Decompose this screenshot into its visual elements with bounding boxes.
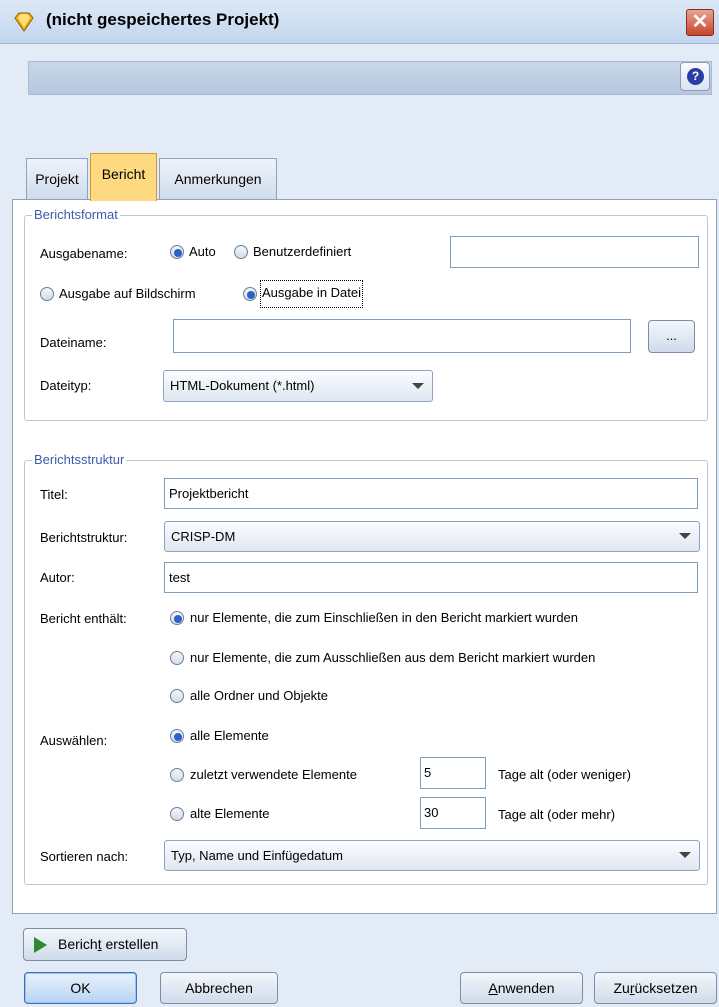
- berichtstruktur-select[interactable]: CRISP-DM: [164, 521, 700, 552]
- alte-elemente-radio[interactable]: [170, 807, 184, 821]
- custom-name-input[interactable]: [450, 236, 699, 268]
- close-icon: ✕: [691, 11, 709, 33]
- chevron-down-icon: [679, 533, 691, 539]
- alle-elemente-radio[interactable]: [170, 729, 184, 743]
- benutzerdefiniert-radio-label: Benutzerdefiniert: [253, 244, 352, 259]
- auto-radio-label: Auto: [189, 244, 216, 259]
- zuruecksetzen-button[interactable]: Zurücksetzen: [594, 972, 717, 1004]
- old-days-input[interactable]: 30: [420, 797, 486, 829]
- tab-label: Projekt: [35, 171, 79, 187]
- bericht-erstellen-button[interactable]: Bericht erstellen: [23, 928, 187, 961]
- titel-label: Titel:: [40, 487, 68, 502]
- enthaelt-alle-label: alle Ordner und Objekte: [190, 688, 329, 703]
- enthaelt-alle-radio[interactable]: [170, 689, 184, 703]
- berichtsstruktur-legend: Berichtsstruktur: [32, 452, 127, 467]
- dateityp-label: Dateityp:: [40, 378, 92, 393]
- recent-days-suffix: Tage alt (oder weniger): [498, 767, 631, 782]
- alte-elemente-label: alte Elemente: [190, 806, 270, 821]
- help-button[interactable]: ?: [680, 62, 710, 91]
- abbrechen-button[interactable]: Abbrechen: [160, 972, 278, 1004]
- dateiname-input[interactable]: [173, 319, 631, 353]
- auto-radio[interactable]: [170, 245, 184, 259]
- enthaelt-einschliessen-label: nur Elemente, die zum Einschließen in de…: [190, 610, 579, 625]
- berichtstruktur-label: Berichtstruktur:: [40, 530, 128, 545]
- toolbar-strip: [28, 61, 712, 95]
- tab-label: Bericht: [101, 166, 146, 182]
- tab-bericht[interactable]: Bericht: [90, 153, 157, 201]
- benutzerdefiniert-radio[interactable]: [234, 245, 248, 259]
- autor-label: Autor:: [40, 570, 75, 585]
- ausgabe-datei-label: Ausgabe in Datei: [260, 280, 364, 308]
- help-icon: ?: [687, 68, 704, 85]
- sortieren-label: Sortieren nach:: [40, 849, 129, 864]
- zuletzt-verwendet-label: zuletzt verwendete Elemente: [190, 767, 357, 782]
- dateiname-label: Dateiname:: [40, 335, 107, 350]
- auswaehlen-label: Auswählen:: [40, 733, 108, 748]
- zuletzt-verwendet-radio[interactable]: [170, 768, 184, 782]
- sortieren-value: Typ, Name und Einfügedatum: [171, 848, 343, 863]
- ok-button[interactable]: OK: [24, 972, 137, 1004]
- browse-button[interactable]: ...: [648, 320, 695, 353]
- recent-days-input[interactable]: 5: [420, 757, 486, 789]
- play-icon: [34, 937, 47, 953]
- dateityp-value: HTML-Dokument (*.html): [170, 378, 315, 393]
- berichtsformat-legend: Berichtsformat: [32, 207, 120, 222]
- ausgabe-bildschirm-radio[interactable]: [40, 287, 54, 301]
- enthaelt-ausschliessen-label: nur Elemente, die zum Ausschließen aus d…: [190, 650, 596, 665]
- alle-elemente-label: alle Elemente: [190, 728, 269, 743]
- titel-input[interactable]: Projektbericht: [164, 478, 698, 509]
- old-days-suffix: Tage alt (oder mehr): [498, 807, 616, 822]
- window-title: (nicht gespeichertes Projekt): [46, 10, 280, 29]
- sortieren-select[interactable]: Typ, Name und Einfügedatum: [164, 840, 700, 871]
- tab-projekt[interactable]: Projekt: [26, 158, 88, 200]
- tab-label: Anmerkungen: [174, 171, 262, 187]
- berichtstruktur-value: CRISP-DM: [171, 529, 236, 544]
- chevron-down-icon: [679, 852, 691, 858]
- title-bar: (nicht gespeichertes Projekt) ✕: [0, 0, 719, 44]
- dateityp-select[interactable]: HTML-Dokument (*.html): [163, 370, 433, 402]
- diamond-app-icon: [14, 12, 34, 32]
- autor-input[interactable]: test: [164, 562, 698, 593]
- bericht-enthaelt-label: Bericht enthält:: [40, 611, 127, 626]
- anwenden-button[interactable]: Anwenden: [460, 972, 583, 1004]
- ausgabename-label: Ausgabename:: [40, 246, 128, 261]
- ausgabe-bildschirm-label: Ausgabe auf Bildschirm: [59, 286, 196, 301]
- chevron-down-icon: [412, 383, 424, 389]
- bericht-erstellen-label: Bericht erstellen: [58, 936, 159, 952]
- ausgabe-datei-radio[interactable]: [243, 287, 257, 301]
- enthaelt-ausschliessen-radio[interactable]: [170, 651, 184, 665]
- enthaelt-einschliessen-radio[interactable]: [170, 611, 184, 625]
- close-button[interactable]: ✕: [686, 9, 714, 36]
- tab-anmerkungen[interactable]: Anmerkungen: [159, 158, 277, 200]
